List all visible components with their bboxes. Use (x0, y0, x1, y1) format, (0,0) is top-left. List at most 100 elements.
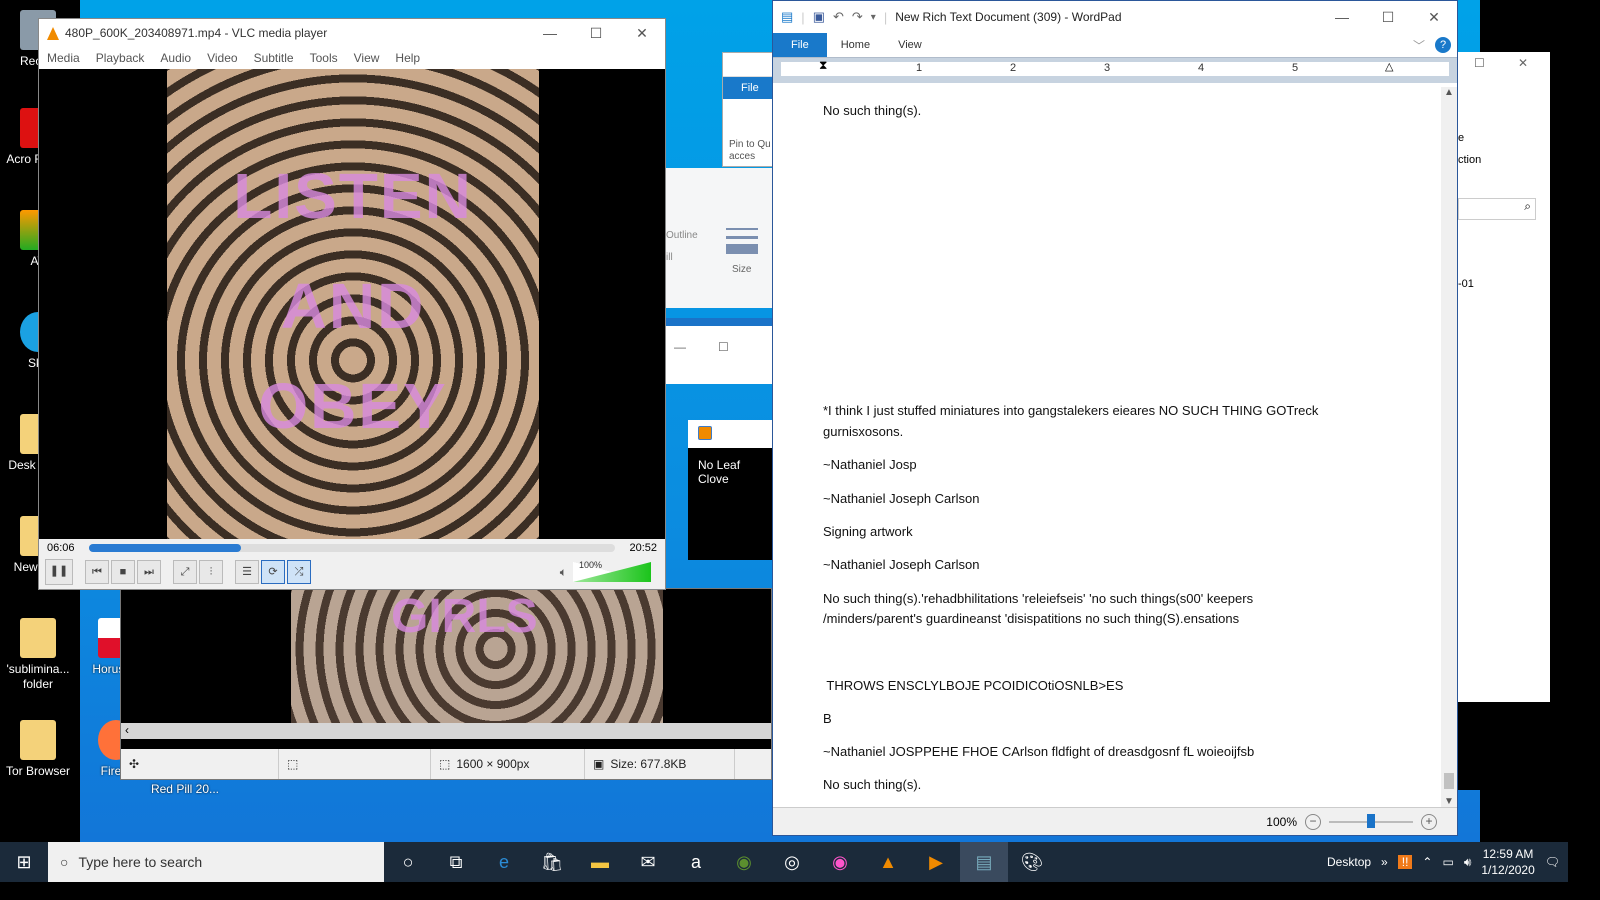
paint-icon: 🎨︎ (1020, 851, 1044, 872)
taskbar-wordpad[interactable]: ▤ (960, 842, 1008, 882)
maximize-icon[interactable]: ☐ (1474, 56, 1485, 70)
menu-media[interactable]: Media (47, 51, 80, 65)
minimize-button[interactable]: — (527, 25, 573, 42)
toolbar-expand-icon[interactable]: » (1381, 855, 1388, 869)
tab-view[interactable]: View (884, 33, 936, 57)
notification-app-icon[interactable]: !! (1397, 855, 1413, 869)
taskbar-vlc[interactable]: ▲ (864, 842, 912, 882)
fullscreen-button[interactable]: ⤢ (173, 560, 197, 584)
zoom-in-button[interactable]: + (1421, 813, 1437, 830)
zoom-slider-thumb[interactable] (1367, 813, 1375, 828)
taskbar-media-player[interactable]: ▶ (912, 842, 960, 882)
pause-button[interactable]: ❚❚ (45, 559, 73, 585)
indent-marker-icon[interactable]: ⧗ (819, 58, 827, 73)
fill-dropdown[interactable]: ill (666, 252, 673, 263)
zoom-out-button[interactable]: − (1305, 813, 1321, 830)
paragraph: B (823, 711, 832, 726)
vlc-titlebar[interactable]: 480P_600K_203408971.mp4 - VLC media play… (39, 19, 665, 47)
paragraph: THROWS ENSCLYLBOJE PCOIDICOtiOSNLB>ES (823, 678, 1124, 693)
video-frame: LISTEN AND OBEY (167, 69, 539, 539)
seek-bar[interactable] (88, 544, 616, 552)
paragraph: No such thing(s). (823, 103, 922, 118)
menu-help[interactable]: Help (395, 51, 420, 65)
taskbar-tripadvisor[interactable]: ◉ (720, 842, 768, 882)
taskbar-color-app[interactable]: ◉ (816, 842, 864, 882)
help-icon[interactable]: ? (1435, 37, 1451, 53)
scroll-down-icon[interactable]: ▼ (1441, 796, 1457, 807)
customize-qat-icon[interactable]: ▾ (871, 12, 876, 23)
shuffle-button[interactable]: ⤮ (287, 560, 311, 584)
document-body[interactable]: No such thing(s). *I think I just stuffe… (773, 87, 1441, 807)
menu-subtitle[interactable]: Subtitle (254, 51, 294, 65)
playlist-button[interactable]: ☰ (235, 560, 259, 584)
taskbar-store[interactable]: 🛍︎ (528, 842, 576, 882)
desktop-toolbar[interactable]: Desktop (1327, 855, 1371, 869)
previous-button[interactable]: ⏮ (85, 560, 109, 584)
maximize-button[interactable]: ☐ (573, 25, 619, 42)
zoom-slider[interactable] (1329, 813, 1413, 828)
background-window-explorer: ☐ ✕ e ction ⌕ -01 (1458, 52, 1550, 790)
close-icon[interactable]: ✕ (1518, 56, 1528, 70)
redo-icon[interactable]: ↷ (852, 9, 863, 25)
taskbar-paint[interactable]: 🎨︎ (1008, 842, 1056, 882)
folder-icon (20, 618, 56, 658)
loop-button[interactable]: ⟳ (261, 560, 285, 584)
taskbar-edge[interactable]: e (480, 842, 528, 882)
menu-video[interactable]: Video (207, 51, 237, 65)
volume-slider[interactable]: 100% (573, 560, 651, 582)
right-indent-marker-icon[interactable]: △ (1385, 60, 1393, 73)
wordpad-titlebar[interactable]: ▤ | ▣ ↶ ↷ ▾ | New Rich Text Document (30… (773, 1, 1457, 33)
scroll-up-icon[interactable]: ▲ (1441, 87, 1457, 98)
desktop-icon-subliminal-folder[interactable]: 'sublimina... folder (0, 618, 76, 692)
menu-tools[interactable]: Tools (310, 51, 338, 65)
cortana-button[interactable]: ○ (384, 842, 432, 882)
tab-file[interactable]: File (773, 33, 827, 57)
scroll-thumb[interactable] (1444, 773, 1454, 789)
menu-view[interactable]: View (354, 51, 380, 65)
speaker-icon[interactable]: 🔈︎ (560, 565, 567, 580)
wordpad-app-icon[interactable]: ▤ (781, 9, 793, 25)
size-button[interactable]: Size (732, 264, 751, 275)
show-hidden-icons[interactable]: ⌃ (1422, 855, 1432, 869)
file-tab[interactable]: File (723, 77, 773, 99)
vlc-cone-icon (47, 26, 59, 40)
outline-dropdown[interactable]: Outline (666, 230, 698, 241)
pin-to-quick-access-button[interactable]: Pin to Qu acces (723, 99, 773, 163)
volume-icon[interactable]: 🔊︎ (1464, 855, 1472, 870)
maximize-icon[interactable]: ☐ (718, 340, 729, 354)
taskbar-camera[interactable]: ◎ (768, 842, 816, 882)
stop-button[interactable]: ■ (111, 560, 135, 584)
minimize-button[interactable]: — (1319, 9, 1365, 26)
taskbar-mail[interactable]: ✉ (624, 842, 672, 882)
tab-home[interactable]: Home (827, 33, 884, 57)
collapse-ribbon-icon[interactable]: ﹀ (1413, 33, 1435, 57)
task-view-button[interactable]: ⧉ (432, 842, 480, 882)
maximize-button[interactable]: ☐ (1365, 9, 1411, 26)
extended-settings-button[interactable]: ⫶ (199, 560, 223, 584)
close-button[interactable]: ✕ (1411, 9, 1457, 26)
ruler-number: 1 (916, 62, 923, 74)
video-area[interactable]: LISTEN AND OBEY (39, 69, 665, 539)
network-icon[interactable]: ▭ (1442, 855, 1453, 869)
ruler[interactable]: 1 2 3 4 5 ⧗ △ (773, 57, 1457, 83)
desktop-icon-tor-browser[interactable]: Tor Browser (0, 720, 76, 779)
start-button[interactable]: ⊞ (0, 852, 48, 873)
taskbar-amazon[interactable]: a (672, 842, 720, 882)
next-button[interactable]: ⏭ (137, 560, 161, 584)
scroll-left-icon[interactable]: ‹ (121, 723, 129, 737)
horizontal-scrollbar[interactable]: ‹ (121, 723, 771, 739)
undo-icon[interactable]: ↶ (833, 9, 844, 25)
search-box[interactable]: ⌕ (1458, 198, 1536, 220)
menu-playback[interactable]: Playback (96, 51, 145, 65)
taskbar-file-explorer[interactable]: ▬ (576, 842, 624, 882)
minimize-icon[interactable]: — (674, 340, 686, 354)
save-icon[interactable]: ▣ (813, 9, 825, 25)
search-icon: ○ (60, 854, 69, 870)
close-button[interactable]: ✕ (619, 25, 665, 42)
action-center-icon[interactable]: 🗨︎ (1545, 855, 1560, 869)
vertical-scrollbar[interactable]: ▲ ▼ (1441, 87, 1457, 807)
taskbar-search[interactable]: ○ Type here to search (48, 842, 384, 882)
menu-audio[interactable]: Audio (160, 51, 191, 65)
clock[interactable]: 12:59 AM 1/12/2020 (1481, 846, 1534, 878)
windows-icon: ⊞ (16, 851, 32, 872)
